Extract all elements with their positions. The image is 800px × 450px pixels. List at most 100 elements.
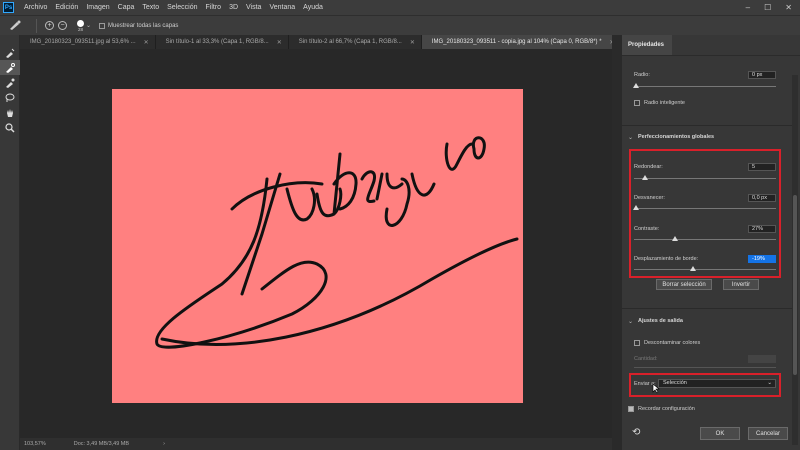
menu-vista[interactable]: Vista bbox=[242, 4, 265, 11]
reset-icon[interactable]: ⟲ bbox=[632, 427, 640, 438]
tab-document-1[interactable]: IMG_20180323_093511.jpg al 53,6% ... ✕ bbox=[20, 35, 156, 49]
tools-panel bbox=[0, 35, 20, 450]
radius-label: Radio: bbox=[634, 72, 650, 78]
radius-input[interactable]: 0 px bbox=[748, 71, 776, 79]
shift-edge-input[interactable]: -19% bbox=[748, 255, 776, 263]
doc-size-info: Doc: 3,49 MB/3,49 MB bbox=[73, 441, 130, 447]
brush-size-picker[interactable]: 28 bbox=[77, 19, 84, 32]
section-divider bbox=[622, 308, 792, 309]
contrast-slider-thumb[interactable] bbox=[672, 236, 678, 241]
sample-all-layers-checkbox[interactable] bbox=[99, 22, 106, 29]
close-icon[interactable]: ✕ bbox=[785, 3, 792, 12]
maximize-icon[interactable]: ☐ bbox=[764, 3, 771, 12]
subtract-from-selection-button[interactable]: − bbox=[58, 21, 67, 30]
menu-ventana[interactable]: Ventana bbox=[265, 4, 299, 11]
menu-archivo[interactable]: Archivo bbox=[20, 4, 51, 11]
close-icon[interactable]: ✕ bbox=[410, 39, 415, 46]
document-tabs: IMG_20180323_093511.jpg al 53,6% ... ✕ S… bbox=[20, 35, 622, 49]
amount-slider bbox=[634, 367, 776, 368]
contrast-input[interactable]: 27% bbox=[748, 225, 776, 233]
lasso-tool-icon[interactable] bbox=[0, 90, 20, 105]
zoom-tool-icon[interactable] bbox=[0, 120, 20, 135]
contrast-label: Contraste: bbox=[634, 226, 660, 232]
tab-label: IMG_20180323_093511.jpg al 53,6% ... bbox=[30, 39, 136, 45]
output-to-select[interactable]: Selección ⌄ bbox=[658, 379, 776, 388]
tab-properties[interactable]: Propiedades bbox=[622, 35, 672, 55]
menu-3d[interactable]: 3D bbox=[225, 4, 242, 11]
options-bar: + − 28 ⌄ Muestrear todas las capas bbox=[0, 15, 800, 35]
photoshop-logo: Ps bbox=[3, 2, 14, 13]
contrast-slider[interactable] bbox=[634, 239, 776, 240]
radius-slider-thumb[interactable] bbox=[633, 83, 639, 88]
panel-scrollbar[interactable] bbox=[792, 75, 798, 445]
chevron-down-icon: ⌄ bbox=[767, 380, 772, 386]
decontaminate-colors-checkbox[interactable] bbox=[634, 340, 640, 346]
hand-tool-icon[interactable] bbox=[0, 105, 20, 120]
clear-selection-button[interactable]: Borrar selección bbox=[656, 279, 712, 290]
minimize-icon[interactable]: – bbox=[746, 3, 750, 12]
sample-all-layers-label: Muestrear todas las capas bbox=[108, 22, 179, 29]
menu-capa[interactable]: Capa bbox=[114, 4, 139, 11]
feather-slider[interactable] bbox=[634, 208, 776, 209]
smooth-label: Redondear: bbox=[634, 164, 663, 170]
smooth-slider-thumb[interactable] bbox=[642, 175, 648, 180]
menu-seleccion[interactable]: Selección bbox=[163, 4, 201, 11]
brush-tool-icon[interactable] bbox=[0, 75, 20, 90]
zoom-level[interactable]: 103,57% bbox=[24, 441, 46, 447]
tab-label: Sin título-2 al 66,7% (Capa 1, RGB/8... bbox=[298, 39, 402, 45]
feather-label: Desvanecer: bbox=[634, 195, 665, 201]
tab-document-3[interactable]: Sin título-2 al 66,7% (Capa 1, RGB/8... … bbox=[289, 35, 422, 49]
cursor-pointer-icon bbox=[652, 383, 660, 394]
smooth-input[interactable]: 5 bbox=[748, 163, 776, 171]
smooth-slider[interactable] bbox=[634, 178, 776, 179]
output-settings-title[interactable]: Ajustes de salida bbox=[638, 318, 683, 324]
shift-edge-slider[interactable] bbox=[634, 269, 776, 270]
brush-tool-icon[interactable] bbox=[8, 19, 22, 33]
status-bar: 103,57% Doc: 3,49 MB/3,49 MB › bbox=[20, 438, 612, 450]
menu-filtro[interactable]: Filtro bbox=[202, 4, 226, 11]
tab-document-2[interactable]: Sin título-1 al 33,3% (Capa 1, RGB/8... … bbox=[156, 35, 289, 49]
remember-settings-label: Recordar configuración bbox=[638, 406, 695, 412]
feather-input[interactable]: 0,0 px bbox=[748, 194, 776, 202]
radius-slider[interactable] bbox=[634, 86, 776, 87]
cancel-button[interactable]: Cancelar bbox=[748, 427, 788, 440]
refine-radius-tool-icon[interactable] bbox=[0, 60, 20, 75]
menu-imagen[interactable]: Imagen bbox=[82, 4, 113, 11]
close-icon[interactable]: ✕ bbox=[144, 39, 149, 46]
signature-image bbox=[155, 136, 519, 349]
ok-button[interactable]: OK bbox=[700, 427, 740, 440]
canvas-area[interactable] bbox=[20, 49, 612, 438]
panel-scrollbar-thumb[interactable] bbox=[793, 195, 797, 375]
menu-edicion[interactable]: Edición bbox=[51, 4, 82, 11]
brush-size-value: 28 bbox=[77, 26, 83, 32]
output-to-value: Selección bbox=[663, 380, 687, 386]
panel-dock-gap bbox=[612, 35, 622, 450]
tab-label: Sin título-1 al 33,3% (Capa 1, RGB/8... bbox=[165, 39, 269, 45]
chevron-down-icon[interactable]: ⌄ bbox=[628, 134, 633, 141]
remember-settings-checkbox[interactable] bbox=[628, 406, 634, 412]
menu-ayuda[interactable]: Ayuda bbox=[299, 4, 327, 11]
menu-texto[interactable]: Texto bbox=[138, 4, 163, 11]
tab-label: IMG_20180323_093511 - copia.jpg al 104% … bbox=[431, 39, 602, 45]
smart-radius-checkbox[interactable] bbox=[634, 100, 640, 106]
tab-document-4[interactable]: IMG_20180323_093511 - copia.jpg al 104% … bbox=[421, 35, 622, 49]
feather-slider-thumb[interactable] bbox=[633, 205, 639, 210]
add-to-selection-button[interactable]: + bbox=[45, 21, 54, 30]
decontaminate-colors-label: Descontaminar colores bbox=[644, 340, 701, 346]
status-menu-arrow[interactable]: › bbox=[163, 441, 165, 447]
document-canvas[interactable] bbox=[112, 89, 523, 403]
smart-radius-label: Radio inteligente bbox=[644, 100, 685, 106]
invert-button[interactable]: Invertir bbox=[723, 279, 759, 290]
properties-panel: Propiedades Radio: 0 px Radio inteligent… bbox=[622, 35, 800, 450]
menu-bar: Ps Archivo Edición Imagen Capa Texto Sel… bbox=[0, 0, 800, 15]
global-refinements-title[interactable]: Perfeccionamientos globales bbox=[638, 134, 714, 140]
quick-selection-tool-icon[interactable] bbox=[0, 45, 20, 60]
chevron-down-icon[interactable]: ⌄ bbox=[628, 318, 633, 325]
amount-label: Cantidad: bbox=[634, 356, 658, 362]
shift-edge-slider-thumb[interactable] bbox=[690, 266, 696, 271]
panel-header-divider bbox=[622, 55, 800, 56]
chevron-down-icon[interactable]: ⌄ bbox=[86, 22, 91, 29]
amount-input bbox=[748, 355, 776, 363]
close-icon[interactable]: ✕ bbox=[277, 39, 282, 46]
brush-preview-icon bbox=[77, 19, 84, 27]
